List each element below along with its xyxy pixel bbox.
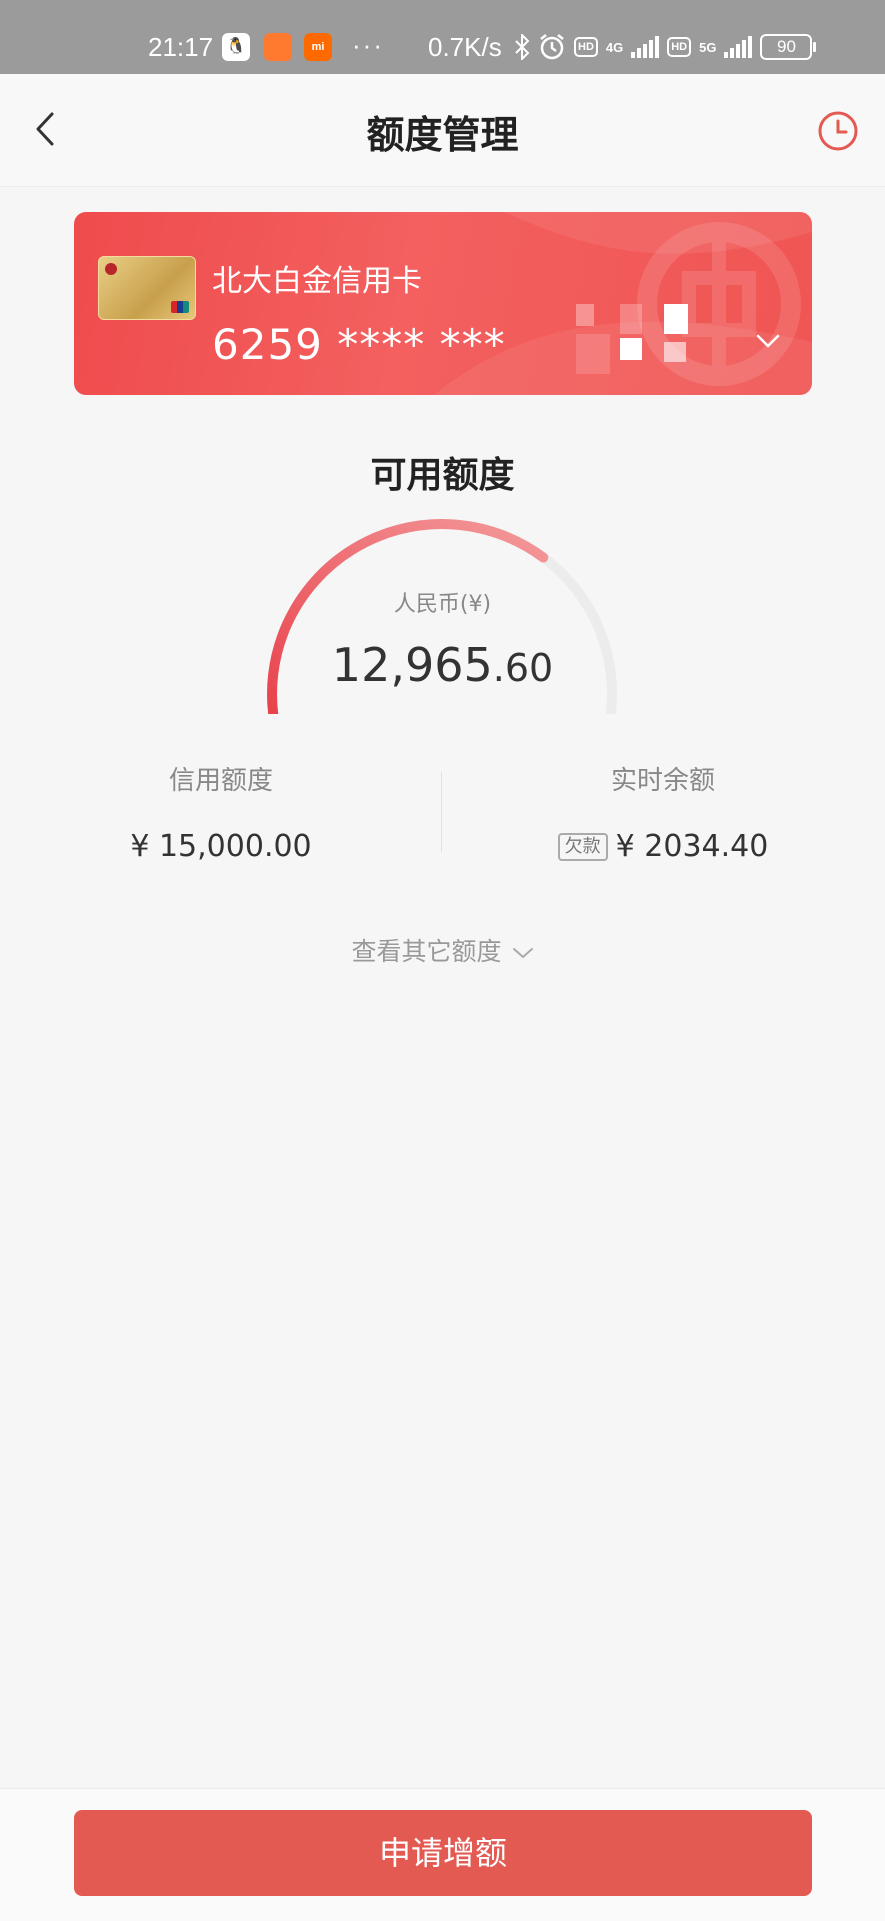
apply-increase-button[interactable]: 申请增额 <box>74 1810 812 1896</box>
battery-icon: 90 <box>760 34 817 60</box>
hd-badge-1: HD <box>574 37 598 57</box>
qq-icon: 🐧 <box>222 33 250 61</box>
shopping-app-icon <box>264 33 292 61</box>
card-number-mask <box>576 304 712 374</box>
credit-limit-block: 信用额度 ¥ 15,000.00 <box>0 760 442 864</box>
balance-label: 实时余额 <box>610 766 715 796</box>
status-bar: 21:17 🐧 mi ··· 0.7K/s HD 4G HD 5G 90 <box>0 0 885 74</box>
bank-logo-icon <box>105 263 117 275</box>
card-name: 北大白金信用卡 <box>212 264 422 299</box>
chevron-down-icon[interactable] <box>754 326 782 354</box>
alarm-icon <box>540 34 564 60</box>
available-limit-title: 可用额度 <box>370 455 515 496</box>
hd-badge-2: HD <box>667 37 692 57</box>
card-number: 6259 **** *** <box>212 320 506 369</box>
balance-value-row: 欠款 ¥ 2034.40 <box>442 829 884 864</box>
card-thumbnail <box>98 256 196 320</box>
mi-app-icon: mi <box>304 33 332 61</box>
status-time: 21:17 <box>148 32 214 62</box>
chevron-down-icon <box>512 948 533 958</box>
status-net-speed: 0.7K/s <box>428 32 502 62</box>
bluetooth-icon <box>515 34 530 60</box>
credit-limit-value-row: ¥ 15,000.00 <box>0 829 442 864</box>
balance-value: ¥ 2034.40 <box>615 829 769 864</box>
signal-icon-2 <box>724 36 753 58</box>
page-title: 额度管理 <box>366 113 519 157</box>
status-more: ··· <box>352 30 384 60</box>
clock-icon[interactable] <box>817 110 859 152</box>
status-icons: HD 4G HD 5G 90 <box>514 30 817 64</box>
balance-block: 实时余额 欠款 ¥ 2034.40 <box>442 760 884 864</box>
view-other-limits[interactable]: 查看其它额度 <box>0 932 885 968</box>
credit-limit-value: ¥ 15,000.00 <box>130 829 312 864</box>
available-amount-integer: 12,965 <box>331 638 493 692</box>
credit-limit-label: 信用额度 <box>168 766 273 796</box>
signal-icon-1 <box>631 36 660 58</box>
card-selector[interactable]: 北大白金信用卡 6259 **** *** <box>74 212 812 395</box>
network-4g-label: 4G <box>605 39 624 55</box>
available-amount: 12,965.60 <box>0 638 885 692</box>
unionpay-icon <box>171 301 189 313</box>
currency-caption: 人民币(¥) <box>393 592 492 617</box>
debt-badge: 欠款 <box>557 832 608 861</box>
network-5g-label: 5G <box>699 39 717 55</box>
available-amount-decimal: .60 <box>492 646 554 690</box>
view-other-limits-label: 查看其它额度 <box>351 937 502 966</box>
nav-header: 额度管理 <box>0 74 885 187</box>
